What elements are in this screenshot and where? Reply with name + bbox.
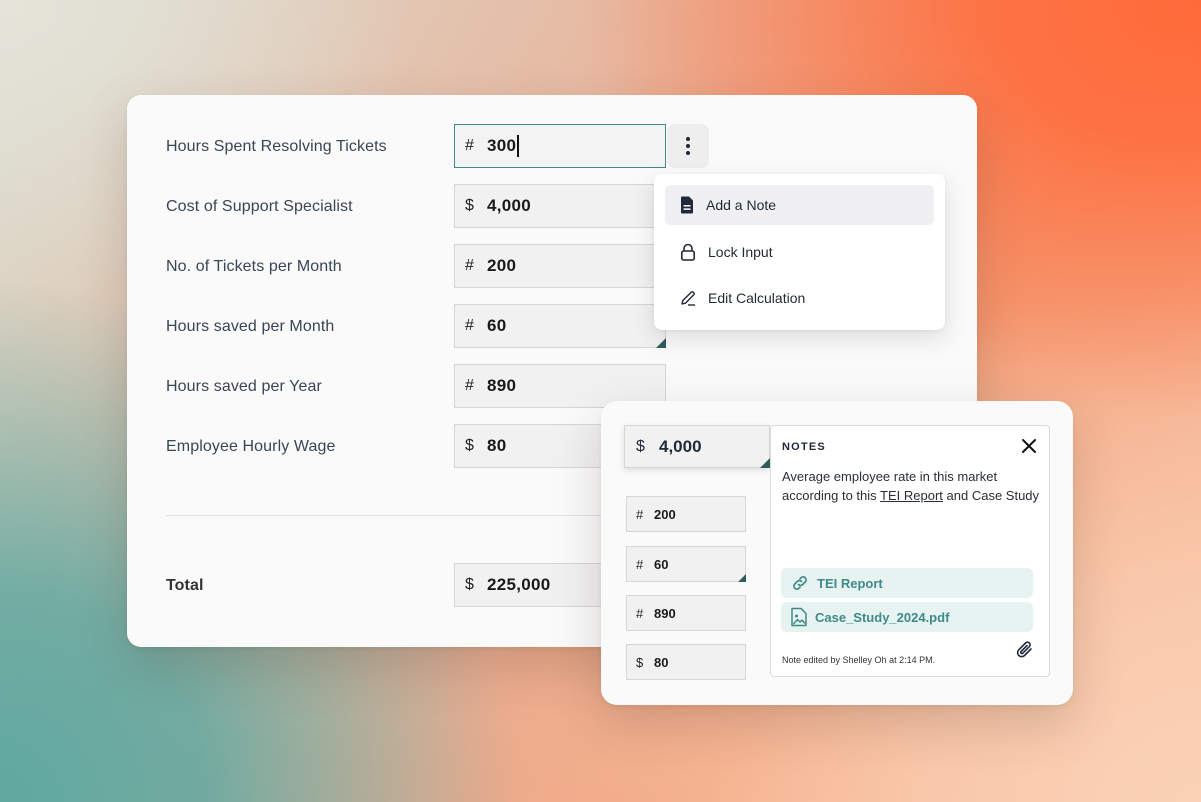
menu-item-lock-input[interactable]: Lock Input (665, 232, 934, 272)
field-value: 200 (654, 506, 676, 522)
row-label-hours-saved-month: Hours saved per Month (166, 318, 335, 335)
number-symbol: # (465, 137, 474, 154)
total-value: 225,000 (487, 575, 551, 594)
attachment-label: TEI Report (817, 575, 883, 591)
currency-symbol: $ (636, 654, 644, 670)
menu-item-label: Edit Calculation (708, 290, 806, 306)
tickets-field-small[interactable]: # 200 (626, 496, 746, 532)
kebab-dot-icon (686, 151, 690, 155)
number-symbol: # (465, 257, 474, 274)
pencil-icon (681, 291, 695, 306)
menu-item-add-note[interactable]: Add a Note (665, 185, 934, 225)
row-label-hours-spent: Hours Spent Resolving Tickets (166, 138, 387, 155)
attachment-file-case-study[interactable]: Case_Study_2024.pdf (781, 602, 1033, 632)
field-value: 4,000 (487, 196, 532, 215)
field-value: 300 (487, 136, 517, 155)
close-icon[interactable] (1021, 438, 1037, 454)
text-caret (517, 135, 520, 157)
document-icon (681, 196, 693, 214)
link-icon (793, 576, 807, 590)
number-symbol: # (636, 506, 644, 522)
currency-symbol: $ (636, 437, 645, 455)
currency-symbol: $ (465, 576, 474, 593)
hours-saved-month-input[interactable]: # 60 (454, 304, 666, 348)
kebab-dot-icon (686, 144, 690, 148)
image-file-icon (791, 607, 807, 627)
focused-cost-field[interactable]: $ 4,000 (624, 425, 770, 468)
field-value: 200 (487, 256, 517, 275)
options-menu: Add a Note Lock Input Edit Calculation (654, 174, 945, 330)
row-label-cost-specialist: Cost of Support Specialist (166, 198, 353, 215)
attachment-link-tei-report[interactable]: TEI Report (781, 568, 1033, 598)
more-options-button[interactable] (667, 124, 709, 168)
note-indicator-marker (738, 574, 746, 582)
cost-specialist-input[interactable]: $ 4,000 (454, 184, 666, 228)
lock-icon (680, 243, 695, 261)
row-label-tickets-per-month: No. of Tickets per Month (166, 258, 342, 275)
tei-report-inline-link[interactable]: TEI Report (880, 488, 943, 503)
total-label: Total (166, 577, 204, 594)
hours-month-field-small[interactable]: # 60 (626, 546, 746, 582)
number-symbol: # (636, 556, 644, 572)
attachment-label: Case_Study_2024.pdf (815, 609, 950, 625)
field-value: 60 (654, 556, 669, 572)
notes-panel: NOTES Average employee rate in this mark… (770, 425, 1050, 677)
notes-body[interactable]: Average employee rate in this market acc… (782, 467, 1040, 505)
menu-item-label: Lock Input (708, 244, 773, 260)
paperclip-icon[interactable] (1016, 640, 1034, 660)
hours-year-field-small[interactable]: # 890 (626, 595, 746, 631)
field-value: 80 (654, 654, 669, 670)
notes-text: and Case Study (942, 488, 1040, 503)
note-indicator-marker (656, 338, 666, 348)
currency-symbol: $ (465, 437, 474, 454)
field-value: 60 (487, 316, 507, 335)
row-label-hourly-wage: Employee Hourly Wage (166, 438, 336, 455)
tickets-per-month-input[interactable]: # 200 (454, 244, 666, 288)
wage-field-small[interactable]: $ 80 (626, 644, 746, 680)
currency-symbol: $ (465, 197, 474, 214)
menu-item-label: Add a Note (706, 197, 777, 213)
notes-card: $ 4,000 # 200 # 60 # 890 $ 80 NOTES Aver… (601, 401, 1073, 705)
notes-title: NOTES (782, 441, 826, 453)
menu-item-edit-calculation[interactable]: Edit Calculation (665, 278, 934, 318)
field-value: 890 (487, 376, 517, 395)
number-symbol: # (636, 605, 644, 621)
note-edited-footer: Note edited by Shelley Oh at 2:14 PM. (782, 655, 936, 665)
hours-spent-input[interactable]: # 300 (454, 124, 666, 168)
number-symbol: # (465, 317, 474, 334)
note-indicator-marker (760, 458, 770, 468)
kebab-dot-icon (686, 137, 690, 141)
row-label-hours-saved-year: Hours saved per Year (166, 378, 322, 395)
number-symbol: # (465, 377, 474, 394)
field-value: 890 (654, 605, 676, 621)
field-value: 80 (487, 436, 507, 455)
field-value: 4,000 (659, 436, 702, 456)
